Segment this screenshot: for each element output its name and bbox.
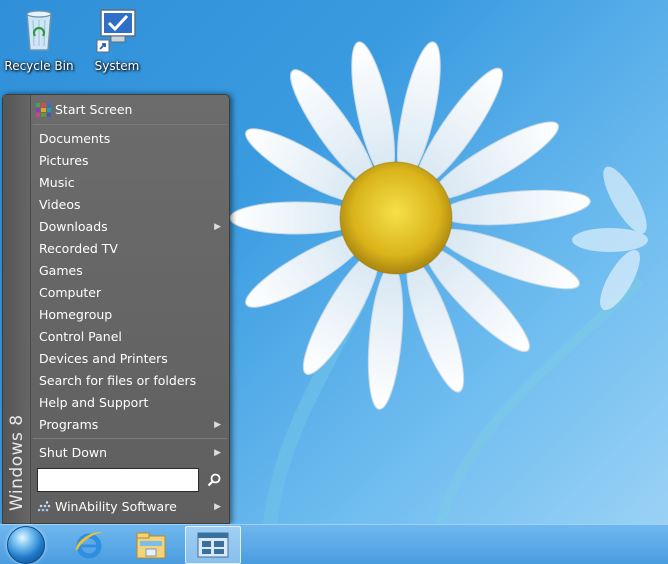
- recycle-bin-icon: [26, 10, 52, 51]
- start8-icon: [197, 532, 229, 558]
- search-row: [33, 464, 227, 496]
- taskbar-start8[interactable]: [185, 526, 241, 564]
- start-orb-icon[interactable]: [7, 526, 45, 564]
- taskbar: [0, 524, 668, 564]
- taskbar-internet-explorer[interactable]: [62, 526, 116, 564]
- menu-item-programs[interactable]: Programs ▶: [33, 414, 227, 436]
- menu-item-label: Videos: [39, 197, 81, 212]
- menu-item-label: Homegroup: [39, 307, 113, 322]
- menu-item-label: Recorded TV: [39, 241, 118, 256]
- submenu-arrow-icon: ▶: [214, 502, 221, 512]
- start-menu: Windows 8 Start Screen Documents Picture…: [2, 94, 230, 524]
- menu-item-label: Computer: [39, 285, 102, 300]
- menu-item-homegroup[interactable]: Homegroup: [33, 304, 227, 326]
- taskbar-file-explorer[interactable]: [124, 526, 178, 564]
- menu-item-devices-and-printers[interactable]: Devices and Printers: [33, 348, 227, 370]
- start-menu-body: Start Screen Documents Pictures Music Vi…: [33, 97, 227, 523]
- desktop-icon-label: System: [94, 59, 140, 73]
- menu-item-computer[interactable]: Computer: [33, 282, 227, 304]
- side-label: Windows 8: [7, 414, 27, 511]
- menu-item-label: Pictures: [39, 153, 89, 168]
- menu-separator: [33, 438, 227, 439]
- menu-item-label: Games: [39, 263, 83, 278]
- desktop-icon-system[interactable]: System: [78, 6, 156, 73]
- menu-item-search-files[interactable]: Search for files or folders: [33, 370, 227, 392]
- menu-item-label: Control Panel: [39, 329, 122, 344]
- menu-item-help-and-support[interactable]: Help and Support: [33, 392, 227, 414]
- menu-item-recorded-tv[interactable]: Recorded TV: [33, 238, 227, 260]
- menu-item-videos[interactable]: Videos: [33, 194, 227, 216]
- search-icon[interactable]: [207, 473, 221, 487]
- menu-item-label: Devices and Printers: [39, 351, 168, 366]
- start-menu-side-band: Windows 8: [3, 95, 31, 523]
- menu-item-label: Help and Support: [39, 395, 149, 410]
- winability-logo-icon: [37, 501, 51, 512]
- menu-item-label: Shut Down: [39, 445, 108, 460]
- system-icon: [96, 9, 136, 53]
- menu-item-control-panel[interactable]: Control Panel: [33, 326, 227, 348]
- start-screen-icon: [36, 103, 51, 117]
- file-explorer-icon: [136, 532, 166, 559]
- desktop-icon-recycle-bin[interactable]: Recycle Bin: [0, 6, 78, 73]
- menu-item-label: Programs: [39, 417, 99, 432]
- menu-item-downloads[interactable]: Downloads ▶: [33, 216, 227, 238]
- menu-item-label: Downloads: [39, 219, 108, 234]
- menu-item-music[interactable]: Music: [33, 172, 227, 194]
- desktop-icon-label: Recycle Bin: [4, 59, 74, 73]
- menu-item-label: Music: [39, 175, 75, 190]
- submenu-arrow-icon: ▶: [214, 448, 221, 458]
- menu-item-label: WinAbility Software: [55, 499, 177, 514]
- menu-item-games[interactable]: Games: [33, 260, 227, 282]
- menu-item-label: Documents: [39, 131, 111, 146]
- menu-item-label: Search for files or folders: [39, 373, 197, 388]
- menu-item-pictures[interactable]: Pictures: [33, 150, 227, 172]
- menu-item-label: Start Screen: [55, 102, 133, 117]
- menu-item-documents[interactable]: Documents: [33, 128, 227, 150]
- menu-item-start-screen[interactable]: Start Screen: [33, 98, 227, 122]
- submenu-arrow-icon: ▶: [214, 420, 221, 430]
- menu-separator: [33, 124, 227, 125]
- submenu-arrow-icon: ▶: [214, 222, 221, 232]
- internet-explorer-icon: [75, 532, 103, 559]
- menu-item-shut-down[interactable]: Shut Down ▶: [33, 442, 227, 464]
- menu-item-winability[interactable]: WinAbility Software ▶: [33, 496, 227, 518]
- search-input[interactable]: [37, 468, 199, 492]
